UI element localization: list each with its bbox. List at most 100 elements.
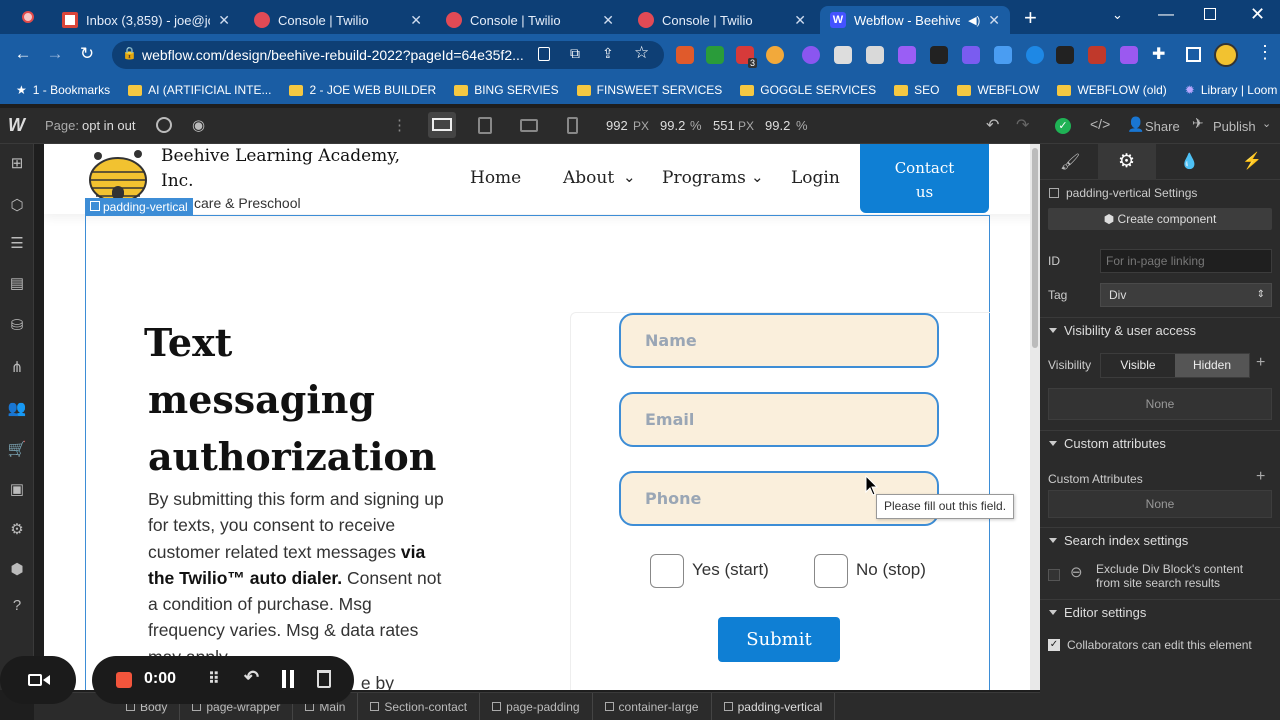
search-index-section-header[interactable]: Search index settings [1040,527,1280,553]
extension-icon[interactable] [802,46,820,64]
tab-twilio-3[interactable]: Console | Twilio ✕ [628,6,816,34]
camera-toggle-button[interactable] [0,656,76,704]
lightning-icon[interactable]: ⚡ [1242,151,1262,171]
nav-home[interactable]: Home [470,168,521,188]
extension-icon[interactable] [962,46,980,64]
undo-icon[interactable]: ↶ [986,115,999,135]
reload-icon[interactable]: ↻ [76,44,98,64]
extension-icon[interactable] [834,46,852,64]
pause-icon[interactable] [282,670,294,688]
bookmark-item[interactable]: WEBFLOW [957,83,1039,97]
bookmark-item[interactable]: FINSWEET SERVICES [576,83,722,97]
close-icon[interactable]: ✕ [794,12,806,29]
apps-icon[interactable]: ⬢ [7,560,27,580]
interactions-drops-icon[interactable]: 💧 [1180,152,1199,170]
extension-icon[interactable] [898,46,916,64]
comments-icon[interactable] [156,117,172,133]
speaker-icon[interactable]: ◀) [968,14,980,27]
no-checkbox[interactable] [814,554,848,588]
chevron-down-icon[interactable]: ⌄ [1262,117,1271,130]
bookmark-item[interactable]: SEO [894,83,939,97]
ecommerce-icon[interactable]: 🛒 [7,440,27,460]
breadcrumb-container-large[interactable]: container-large [593,692,712,720]
custom-attributes-section-header[interactable]: Custom attributes [1040,430,1280,456]
bookmark-item[interactable]: 2 - JOE WEB BUILDER [289,83,436,97]
restore-icon[interactable] [1204,8,1216,20]
add-icon[interactable]: + [1256,468,1265,486]
url-omnibox[interactable]: 🔒 webflow.com/design/beehive-rebuild-202… [112,41,664,69]
nav-programs[interactable]: Programs [662,168,746,188]
visibility-section-header[interactable]: Visibility & user access [1040,317,1280,343]
navigator-icon[interactable]: ☰ [7,234,27,254]
nav-login[interactable]: Login [791,168,840,188]
trash-icon[interactable] [317,670,331,688]
page-name[interactable]: opt in out [82,118,136,133]
extension-icon[interactable] [866,46,884,64]
open-external-icon[interactable]: ⧉ [570,45,580,62]
menu-kebab-icon[interactable]: ⋮ [1256,42,1274,63]
users-icon[interactable]: 👥 [7,399,27,419]
back-icon[interactable]: ← [12,44,34,64]
forward-icon[interactable]: → [44,44,66,64]
add-icon[interactable]: + [1256,354,1265,372]
mobile-portrait-icon[interactable] [567,117,578,134]
settings-gear-icon[interactable]: ⚙ [7,520,27,540]
assets-icon[interactable]: ▣ [7,480,27,500]
extension-icon[interactable] [930,46,948,64]
bookmark-item[interactable]: GOGGLE SERVICES [740,83,876,97]
bookmark-star-icon[interactable]: ☆ [634,43,649,63]
style-brush-icon[interactable]: 🖌 [1060,152,1080,172]
extension-icon[interactable] [706,46,724,64]
more-vert-icon[interactable]: ⋮ [392,116,407,134]
stop-recording-button[interactable] [116,672,132,688]
exclude-search-checkbox[interactable] [1048,569,1060,581]
drag-handle-icon[interactable]: ⠿ [208,669,220,689]
bookmark-item[interactable]: ✹ Library | Loom [1185,83,1278,97]
record-dot-icon[interactable] [22,11,34,23]
canvas-scrollbar-thumb[interactable] [1032,148,1038,348]
bookmark-item[interactable]: WEBFLOW (old) [1057,83,1167,97]
name-input[interactable]: Name [619,313,939,368]
webflow-logo-icon[interactable]: W [8,115,25,136]
contact-us-button[interactable]: Contact us [860,144,989,213]
cms-icon[interactable]: ⛁ [7,316,27,336]
tab-gmail[interactable]: Inbox (3,859) - joe@joe ✕ [52,6,240,34]
breadcrumb-page-padding[interactable]: page-padding [480,692,593,720]
extension-icon[interactable] [1056,46,1074,64]
site-info-icon[interactable]: 🔒 [122,46,137,60]
side-panel-icon[interactable] [1186,47,1201,62]
tab-twilio-1[interactable]: Console | Twilio ✕ [244,6,432,34]
share-button[interactable]: Share [1145,119,1180,134]
audit-check-icon[interactable]: ✓ [1055,118,1071,134]
tab-search-icon[interactable]: ⌄ [1112,7,1123,23]
extension-icon[interactable] [994,46,1012,64]
profile-avatar[interactable] [1214,43,1238,67]
close-icon[interactable]: ✕ [602,12,614,29]
restart-icon[interactable]: ↶ [244,667,259,688]
close-icon[interactable]: ✕ [410,12,422,29]
mobile-landscape-icon[interactable] [520,119,538,132]
hidden-option[interactable]: Hidden [1175,354,1249,377]
email-input[interactable]: Email [619,392,939,447]
add-elements-icon[interactable]: ⊞ [7,154,27,174]
pages-icon[interactable]: ▤ [7,274,27,294]
bookmark-item[interactable]: ★ 1 - Bookmarks [16,83,110,97]
preview-eye-icon[interactable]: ◉ [192,116,205,134]
redo-icon[interactable]: ↷ [1016,115,1029,135]
tab-webflow[interactable]: W Webflow - Beehive L ◀) ✕ [820,6,1010,34]
submit-button[interactable]: Submit [718,617,840,662]
design-canvas[interactable]: Beehive Learning Academy, Inc. care & Pr… [44,144,1040,690]
close-window-icon[interactable]: ✕ [1250,4,1265,25]
id-input[interactable]: For in-page linking [1100,249,1272,273]
help-icon[interactable]: ? [7,596,27,616]
logic-icon[interactable]: ⋔ [7,358,27,378]
collaborators-checkbox[interactable]: ✓ [1048,639,1060,651]
breadcrumb-section-contact[interactable]: Section-contact [358,692,481,720]
extension-icon[interactable] [676,46,694,64]
publish-button[interactable]: Publish [1213,119,1256,134]
extension-icon[interactable] [1088,46,1106,64]
yes-checkbox[interactable] [650,554,684,588]
bookmark-item[interactable]: BING SERVIES [454,83,559,97]
close-icon[interactable]: ✕ [988,12,1000,29]
copy-icon[interactable] [538,47,550,61]
